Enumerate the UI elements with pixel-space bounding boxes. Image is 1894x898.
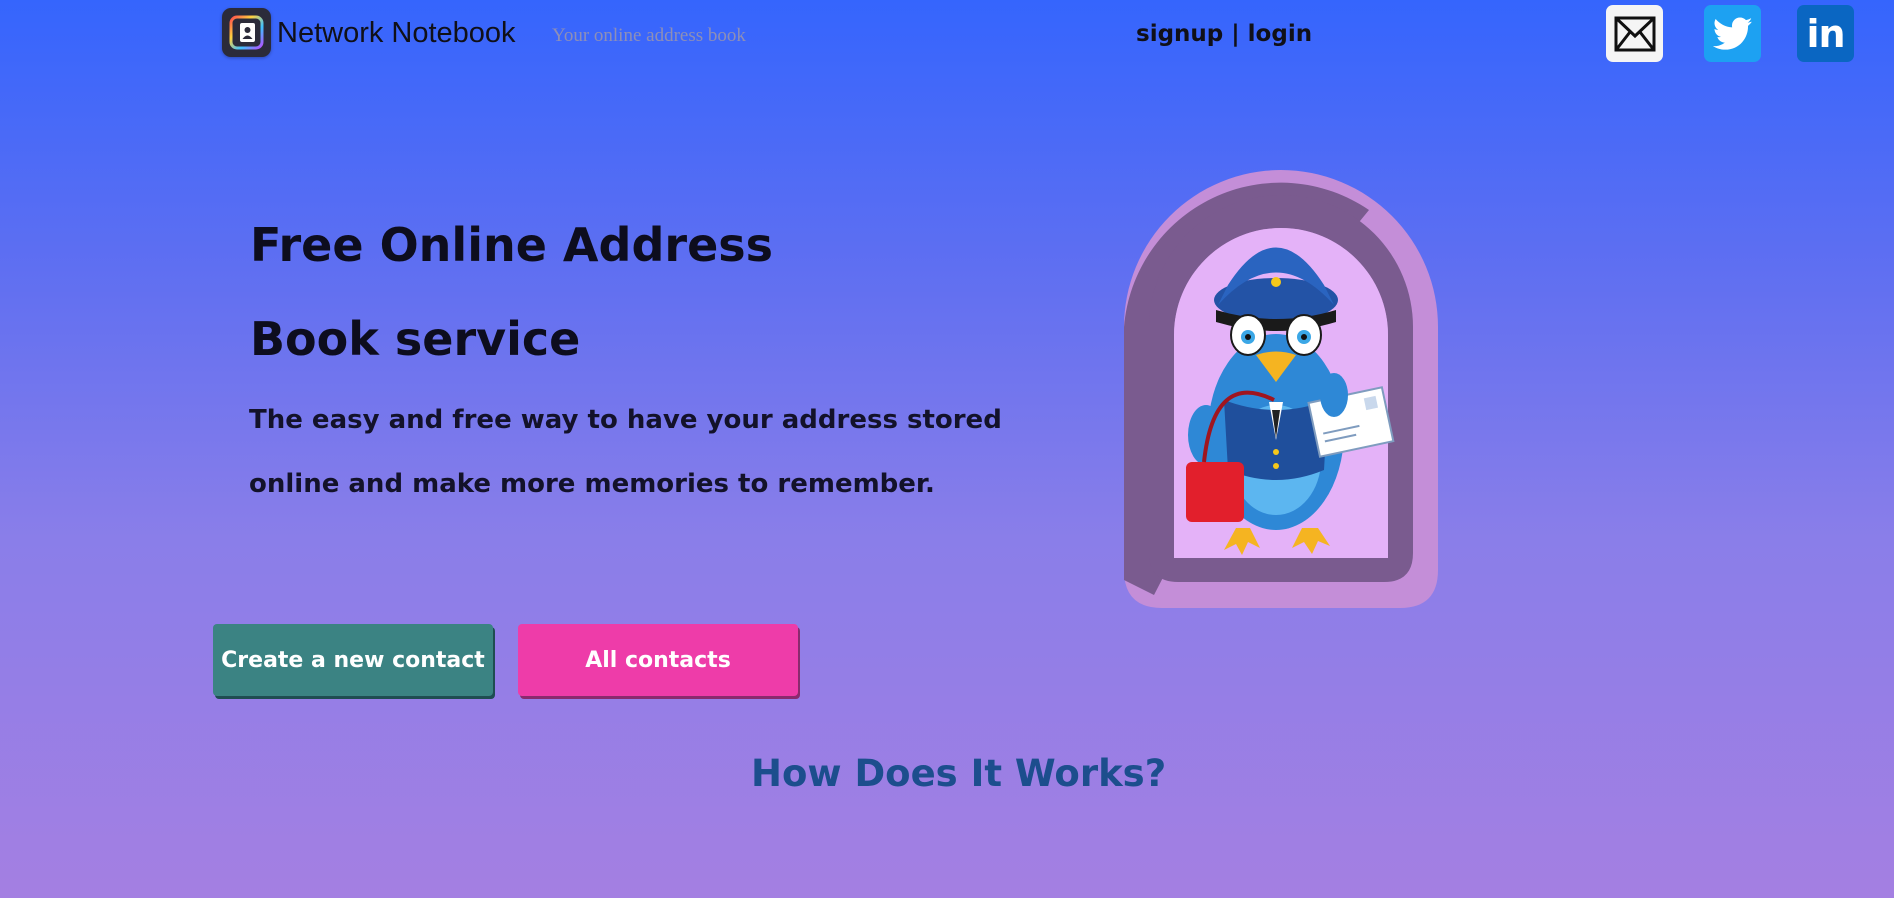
brand-name[interactable]: Network Notebook <box>277 17 516 50</box>
auth-separator: | <box>1223 21 1248 47</box>
brand-tagline: Your online address book <box>552 25 746 46</box>
linkedin-glyph: in <box>1806 11 1845 56</box>
create-contact-button[interactable]: Create a new contact <box>213 624 493 696</box>
mail-icon[interactable] <box>1606 5 1663 62</box>
linkedin-icon[interactable]: in <box>1797 5 1854 62</box>
auth-links: signup | login <box>1136 21 1312 47</box>
hero-subtitle: The easy and free way to have your addre… <box>249 405 1002 499</box>
twitter-icon[interactable] <box>1704 5 1761 62</box>
signup-link[interactable]: signup <box>1136 21 1223 47</box>
all-contacts-button[interactable]: All contacts <box>518 624 798 696</box>
mail-carrier-bird-illustration <box>1124 170 1438 608</box>
how-it-works-heading: How Does It Works? <box>751 752 1167 795</box>
top-navigation: Network Notebook Your online address boo… <box>0 0 1894 70</box>
login-link[interactable]: login <box>1248 21 1312 47</box>
address-book-logo-icon[interactable] <box>222 8 271 57</box>
hero-title: Free Online Address Book service <box>250 218 774 366</box>
